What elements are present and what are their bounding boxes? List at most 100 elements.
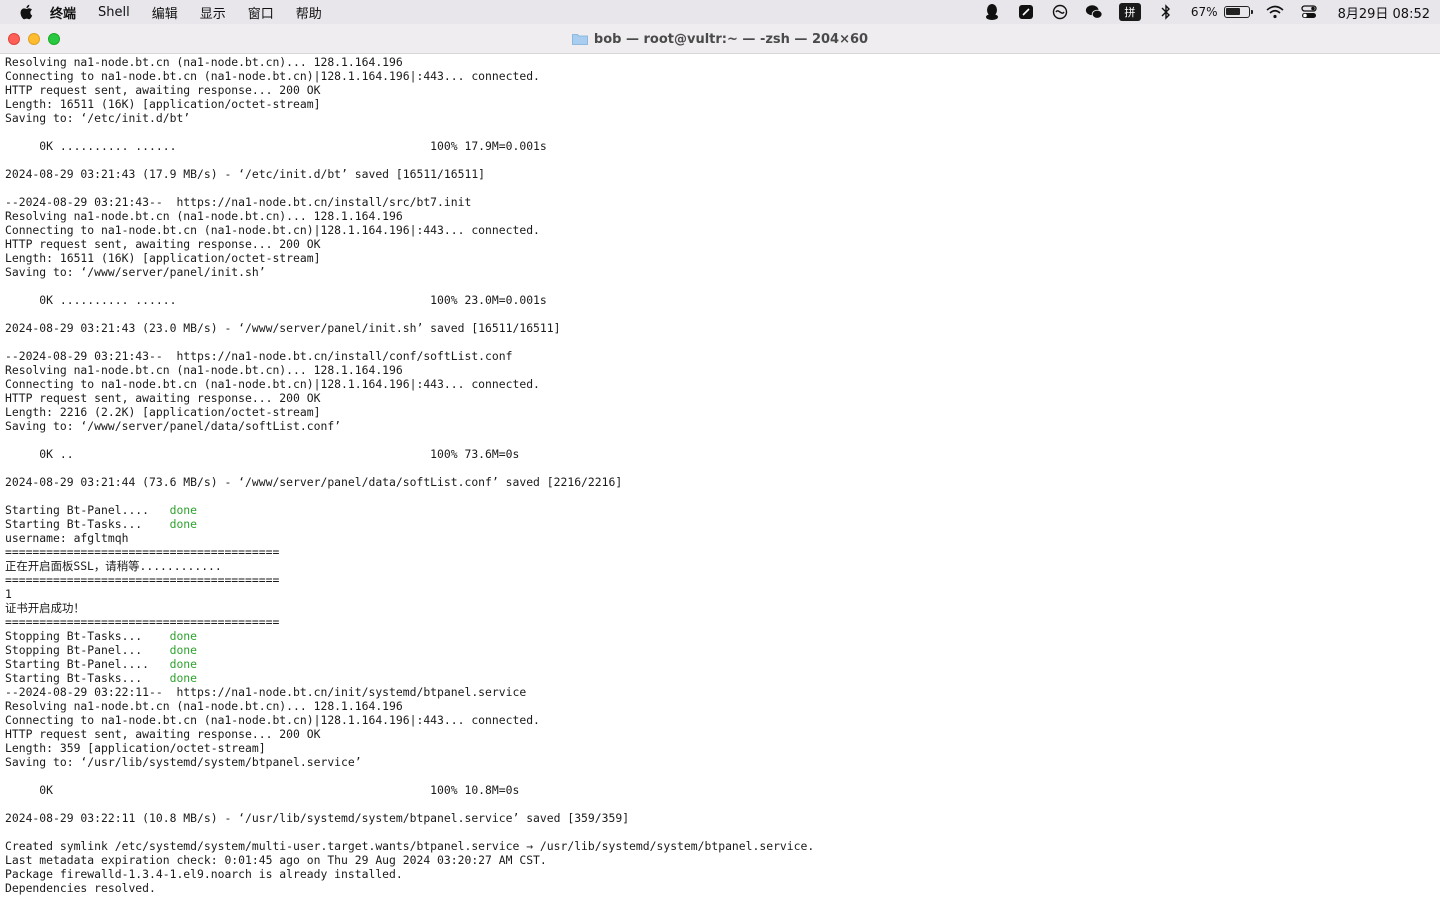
menu-edit[interactable]: 编辑 (152, 3, 178, 22)
terminal-line: Resolving na1-node.bt.cn (na1-node.bt.cn… (5, 363, 1440, 377)
window-titlebar[interactable]: bob — root@vultr:~ — -zsh — 204×60 (0, 24, 1440, 54)
terminal-line: Stopping Bt-Tasks... done (5, 629, 1440, 643)
terminal-line-text: Stopping Bt-Tasks... (5, 629, 170, 643)
status-area: 拼 67% 8月29日 08:52 (983, 0, 1430, 24)
menu-help[interactable]: 帮助 (296, 3, 322, 22)
terminal-line-text: 1 (5, 587, 12, 601)
terminal-line: HTTP request sent, awaiting response... … (5, 391, 1440, 405)
window-controls (8, 32, 60, 45)
terminal-line: Stopping Bt-Panel... done (5, 643, 1440, 657)
terminal-line: Resolving na1-node.bt.cn (na1-node.bt.cn… (5, 209, 1440, 223)
terminal-line-text: 2024-08-29 03:21:43 (23.0 MB/s) - ‘/www/… (5, 321, 561, 335)
terminal-line: Starting Bt-Panel.... done (5, 657, 1440, 671)
notes-app-icon[interactable] (1017, 3, 1035, 21)
terminal-line-text: ======================================== (5, 545, 280, 559)
terminal-line-text: Saving to: ‘/etc/init.d/bt’ (5, 111, 191, 125)
terminal-line: 正在开启面板SSL，请稍等............ (5, 559, 1440, 573)
clock-date: 8月29日 (1337, 6, 1389, 22)
terminal-line: Dependencies resolved. (5, 881, 1440, 895)
terminal-line: ======================================== (5, 615, 1440, 629)
terminal-line-text: 2024-08-29 03:22:11 (10.8 MB/s) - ‘/usr/… (5, 811, 630, 825)
terminal-line: Connecting to na1-node.bt.cn (na1-node.b… (5, 223, 1440, 237)
terminal-line: Connecting to na1-node.bt.cn (na1-node.b… (5, 69, 1440, 83)
terminal-line: 0K 100% 10.8M=0s (5, 783, 1440, 797)
terminal-line-text: Resolving na1-node.bt.cn (na1-node.bt.cn… (5, 363, 403, 377)
terminal-line-text: Starting Bt-Tasks... (5, 671, 170, 685)
terminal-line: --2024-08-29 03:21:43-- https://na1-node… (5, 195, 1440, 209)
terminal-line: Starting Bt-Tasks... done (5, 671, 1440, 685)
terminal-line-text: 证书开启成功！ (5, 601, 85, 615)
terminal-line-text: Connecting to na1-node.bt.cn (na1-node.b… (5, 713, 540, 727)
wechat-icon[interactable] (1085, 3, 1103, 21)
terminal-line-text: --2024-08-29 03:22:11-- https://na1-node… (5, 685, 527, 699)
terminal-line-text: 正在开启面板SSL，请稍等............ (5, 559, 222, 573)
terminal-line-text: HTTP request sent, awaiting response... … (5, 391, 321, 405)
bluetooth-icon[interactable] (1157, 3, 1175, 21)
terminal-line: Created symlink /etc/systemd/system/mult… (5, 839, 1440, 853)
terminal-line: Starting Bt-Tasks... done (5, 517, 1440, 531)
terminal-line-text: username: afgltmqh (5, 531, 129, 545)
menu-clock[interactable]: 8月29日 08:52 (1338, 3, 1430, 22)
terminal-line-text: ======================================== (5, 573, 280, 587)
terminal-line-text: Resolving na1-node.bt.cn (na1-node.bt.cn… (5, 209, 403, 223)
terminal-line: HTTP request sent, awaiting response... … (5, 727, 1440, 741)
terminal-line-text: Length: 359 [application/octet-stream] (5, 741, 266, 755)
terminal-line: Length: 16511 (16K) [application/octet-s… (5, 251, 1440, 265)
terminal-line: --2024-08-29 03:21:43-- https://na1-node… (5, 349, 1440, 363)
terminal-line: 1 (5, 587, 1440, 601)
terminal-line: 2024-08-29 03:21:43 (17.9 MB/s) - ‘/etc/… (5, 167, 1440, 181)
terminal-line: 0K .......... ...... 100% 17.9M=0.001s (5, 139, 1440, 153)
terminal-line-text: Length: 16511 (16K) [application/octet-s… (5, 97, 321, 111)
terminal-line-text: Length: 16511 (16K) [application/octet-s… (5, 251, 321, 265)
menu-app-name[interactable]: 终端 (50, 3, 76, 22)
qq-icon[interactable] (983, 3, 1001, 21)
terminal-line-text: Dependencies resolved. (5, 881, 156, 895)
maximize-button[interactable] (48, 32, 60, 45)
terminal-line-text: Connecting to na1-node.bt.cn (na1-node.b… (5, 69, 540, 83)
terminal-line: Saving to: ‘/www/server/panel/init.sh’ (5, 265, 1440, 279)
window-title: bob — root@vultr:~ — -zsh — 204×60 (593, 31, 869, 47)
terminal-line-text: Resolving na1-node.bt.cn (na1-node.bt.cn… (5, 699, 403, 713)
terminal-line-text: 2024-08-29 03:21:43 (17.9 MB/s) - ‘/etc/… (5, 167, 486, 181)
terminal-line: Saving to: ‘/www/server/panel/data/softL… (5, 419, 1440, 433)
terminal-line-text: 0K 100% 10.8M=0s (5, 783, 520, 797)
terminal-line: 2024-08-29 03:21:44 (73.6 MB/s) - ‘/www/… (5, 475, 1440, 489)
menu-view[interactable]: 显示 (200, 3, 226, 22)
status-done-label: done (169, 671, 198, 685)
apple-menu-icon[interactable] (18, 3, 36, 21)
terminal-line: 0K .. 100% 73.6M=0s (5, 447, 1440, 461)
terminal-line: Last metadata expiration check: 0:01:45 … (5, 853, 1440, 867)
terminal-line-text: Connecting to na1-node.bt.cn (na1-node.b… (5, 377, 540, 391)
terminal-line-text: Connecting to na1-node.bt.cn (na1-node.b… (5, 223, 540, 237)
battery-fill (1225, 8, 1240, 15)
battery-indicator[interactable]: 67% (1191, 5, 1253, 19)
terminal-line: --2024-08-29 03:22:11-- https://na1-node… (5, 685, 1440, 699)
close-button[interactable] (8, 32, 20, 45)
menu-shell[interactable]: Shell (98, 5, 130, 20)
menu-window[interactable]: 窗口 (248, 3, 274, 22)
folder-icon (572, 34, 588, 45)
terminal-line-text: --2024-08-29 03:21:43-- https://na1-node… (5, 349, 513, 363)
sync-app-icon[interactable] (1051, 3, 1069, 21)
input-method-icon[interactable]: 拼 (1118, 3, 1141, 21)
terminal-line-text: Saving to: ‘/usr/lib/systemd/system/btpa… (5, 755, 362, 769)
control-center-icon[interactable] (1300, 3, 1318, 21)
battery-icon (1223, 6, 1253, 18)
terminal-line-text: Created symlink /etc/systemd/system/mult… (5, 839, 815, 853)
wifi-icon[interactable] (1266, 3, 1284, 21)
terminal-line: HTTP request sent, awaiting response... … (5, 83, 1440, 97)
terminal-output[interactable]: Resolving na1-node.bt.cn (na1-node.bt.cn… (0, 55, 1440, 900)
clock-time: 08:52 (1392, 6, 1430, 22)
minimize-button[interactable] (28, 32, 40, 45)
terminal-line: Saving to: ‘/etc/init.d/bt’ (5, 111, 1440, 125)
terminal-line-text: Saving to: ‘/www/server/panel/data/softL… (5, 419, 342, 433)
